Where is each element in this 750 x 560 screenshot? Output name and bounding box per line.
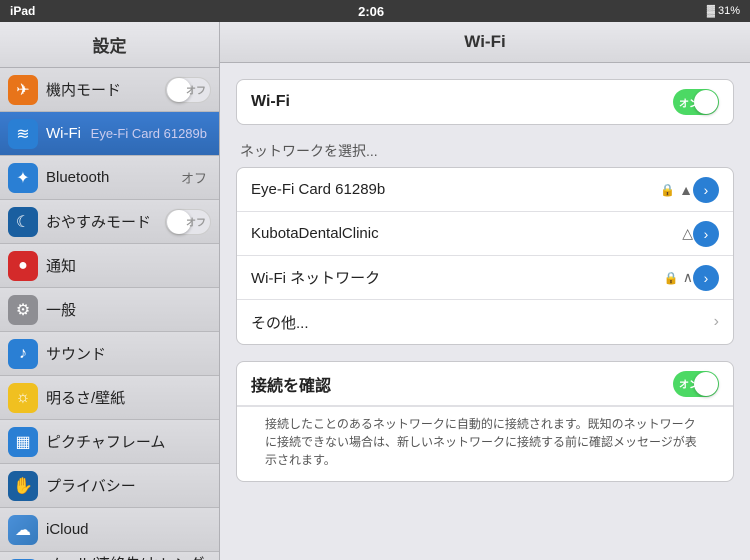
status-right: ▓ 31% [707, 5, 740, 17]
network-row-wifi-network[interactable]: Wi-Fi ネットワーク🔒∧› [237, 256, 733, 300]
network-detail-kubota[interactable]: › [693, 221, 719, 247]
mail-label: メール/連絡先/カレンダー [46, 553, 211, 560]
wifi-toggle-section: Wi-Fi オン [236, 79, 734, 125]
donotdisturb-icon: ☾ [8, 207, 38, 237]
notifications-icon: ● [8, 251, 38, 281]
sidebar-item-donotdisturb[interactable]: ☾ おやすみモード オフ [0, 200, 219, 244]
sidebar-item-pictureframe[interactable]: ▦ ピクチャフレーム [0, 420, 219, 464]
sidebar: 設定 ✈機内モードオフ≋Wi-FiEye-Fi Card 61289b✦Blue… [0, 22, 220, 560]
ask-join-description: 接続したことのあるネットワークに自動的に接続されます。既知のネットワークに接続で… [251, 407, 719, 481]
status-time: 2:06 [358, 4, 384, 19]
sidebar-title: 設定 [0, 22, 219, 68]
network-row-kubota[interactable]: KubotaDentalClinic△› [237, 212, 733, 256]
wifi-signal-icon: △ [682, 225, 693, 242]
battery-indicator: ▓ 31% [707, 5, 740, 17]
ask-join-toggle[interactable]: オン [673, 371, 719, 397]
pictureframe-icon: ▦ [8, 427, 38, 457]
ask-join-toggle-label: オン [679, 376, 699, 391]
sidebar-item-privacy[interactable]: ✋ プライバシー [0, 464, 219, 508]
airplane-toggle-label: オフ [186, 82, 206, 97]
notifications-label: 通知 [46, 255, 211, 276]
main-container: 設定 ✈機内モードオフ≋Wi-FiEye-Fi Card 61289b✦Blue… [0, 22, 750, 560]
status-device: iPad [10, 4, 35, 18]
brightness-label: 明るさ/壁紙 [46, 387, 211, 408]
ask-join-section: 接続を確認 オン 接続したことのあるネットワークに自動的に接続されます。既知のネ… [236, 361, 734, 482]
content-area: Wi-Fi Wi-Fi オン ネットワークを選択... Eye-Fi [220, 22, 750, 560]
icloud-label: iCloud [46, 521, 211, 538]
wifi-label: Wi-Fi [46, 125, 91, 142]
network-name-wifi-network: Wi-Fi ネットワーク [251, 267, 664, 288]
ask-join-description-row: 接続したことのあるネットワークに自動的に接続されます。既知のネットワークに接続で… [237, 406, 733, 481]
wifi-label: Wi-Fi [251, 93, 673, 111]
wifi-value: Eye-Fi Card 61289b [91, 126, 207, 141]
network-row-eyefi[interactable]: Eye-Fi Card 61289b🔒▲› [237, 168, 733, 212]
brightness-icon: ☼ [8, 383, 38, 413]
pictureframe-label: ピクチャフレーム [46, 431, 211, 452]
network-name-other: その他... [251, 312, 710, 333]
bluetooth-icon: ✦ [8, 163, 38, 193]
sidebar-item-icloud[interactable]: ☁ iCloud [0, 508, 219, 552]
general-icon: ⚙ [8, 295, 38, 325]
sidebar-item-brightness[interactable]: ☼ 明るさ/壁紙 [0, 376, 219, 420]
donotdisturb-toggle-label: オフ [186, 214, 206, 229]
lock-icon: 🔒 [664, 271, 679, 285]
network-icons-kubota: △ [682, 225, 693, 242]
sidebar-item-airplane[interactable]: ✈ 機内モード オフ [0, 68, 219, 112]
sidebar-item-wifi[interactable]: ≋ Wi-FiEye-Fi Card 61289b [0, 112, 219, 156]
sidebar-item-sound[interactable]: ♪ サウンド [0, 332, 219, 376]
ask-join-card: 接続を確認 オン 接続したことのあるネットワークに自動的に接続されます。既知のネ… [236, 361, 734, 482]
network-detail-eyefi[interactable]: › [693, 177, 719, 203]
wifi-toggle[interactable]: オン [673, 89, 719, 115]
ask-join-row: 接続を確認 オン [237, 362, 733, 406]
status-bar: iPad 2:06 ▓ 31% [0, 0, 750, 22]
content-body: Wi-Fi オン ネットワークを選択... Eye-Fi Card 61289b… [220, 63, 750, 514]
airplane-label: 機内モード [46, 79, 165, 100]
network-detail-wifi-network[interactable]: › [693, 265, 719, 291]
sidebar-item-bluetooth[interactable]: ✦ Bluetoothオフ [0, 156, 219, 200]
wifi-signal-icon: ▲ [679, 182, 693, 198]
bluetooth-label: Bluetooth [46, 169, 181, 186]
general-label: 一般 [46, 299, 211, 320]
network-row-other[interactable]: その他...› [237, 300, 733, 344]
lock-icon: 🔒 [660, 183, 675, 197]
network-chevron-other: › [714, 313, 719, 331]
wifi-toggle-label: オン [679, 95, 699, 110]
wifi-signal-icon: ∧ [683, 269, 693, 286]
wifi-toggle-row: Wi-Fi オン [237, 80, 733, 124]
airplane-toggle[interactable]: オフ [165, 77, 211, 103]
donotdisturb-toggle[interactable]: オフ [165, 209, 211, 235]
sidebar-item-general[interactable]: ⚙ 一般 [0, 288, 219, 332]
sidebar-item-mail[interactable]: ✉メール/連絡先/カレンダー [0, 552, 219, 560]
bluetooth-value: オフ [181, 168, 207, 187]
network-section-title: ネットワークを選択... [236, 141, 734, 161]
airplane-icon: ✈ [8, 75, 38, 105]
icloud-icon: ☁ [8, 515, 38, 545]
sound-icon: ♪ [8, 339, 38, 369]
content-title: Wi-Fi [220, 22, 750, 63]
sidebar-item-notifications[interactable]: ● 通知 [0, 244, 219, 288]
network-icons-eyefi: 🔒▲ [660, 182, 693, 198]
wifi-icon: ≋ [8, 119, 38, 149]
ask-join-label: 接続を確認 [251, 372, 673, 396]
sound-label: サウンド [46, 343, 211, 364]
wifi-toggle-card: Wi-Fi オン [236, 79, 734, 125]
privacy-icon: ✋ [8, 471, 38, 501]
privacy-label: プライバシー [46, 475, 211, 496]
network-icons-wifi-network: 🔒∧ [664, 269, 693, 286]
network-name-eyefi: Eye-Fi Card 61289b [251, 181, 660, 198]
donotdisturb-label: おやすみモード [46, 211, 165, 232]
network-list: Eye-Fi Card 61289b🔒▲›KubotaDentalClinic△… [236, 167, 734, 345]
network-name-kubota: KubotaDentalClinic [251, 225, 682, 242]
network-section: ネットワークを選択... Eye-Fi Card 61289b🔒▲›Kubota… [236, 141, 734, 345]
